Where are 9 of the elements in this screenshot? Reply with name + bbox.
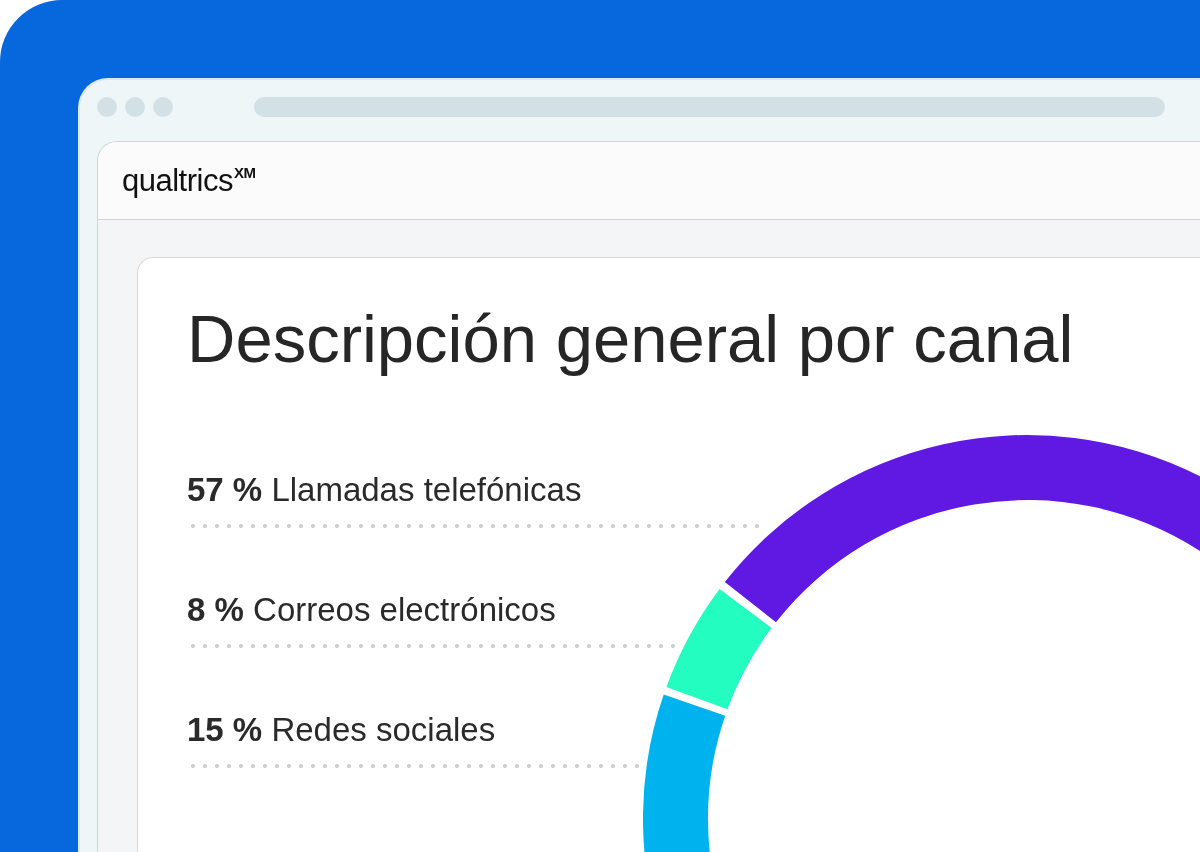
brand-logo: qualtrics$^{XM}$ (122, 162, 256, 199)
channel-stat: 57 % Llamadas telefónicas (187, 470, 582, 509)
window-control-icon[interactable] (97, 96, 117, 117)
channel-stat: 15 % Redes sociales (187, 710, 496, 749)
channel-stat: 8 % Correos electrónicos (187, 590, 556, 629)
window-control-icon[interactable] (153, 96, 173, 117)
address-bar[interactable] (254, 96, 1165, 117)
window-control-icon[interactable] (125, 96, 145, 117)
card-title: Descripción general por canal (187, 300, 1074, 378)
